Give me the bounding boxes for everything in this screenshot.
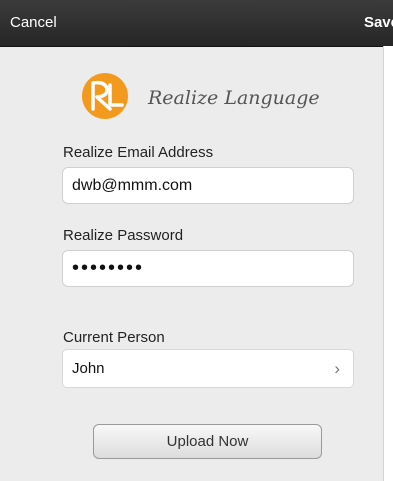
rl-logo-icon xyxy=(82,73,128,119)
current-person-selector[interactable]: John › xyxy=(62,349,354,388)
chevron-right-icon: › xyxy=(334,359,340,378)
navigation-bar: Cancel Save xyxy=(0,0,393,47)
current-person-label: Current Person xyxy=(63,329,165,346)
logo-text: Realize Language xyxy=(148,87,320,109)
email-label: Realize Email Address xyxy=(63,144,214,161)
password-label: Realize Password xyxy=(63,227,184,244)
panel-divider xyxy=(383,46,393,481)
settings-panel: Cancel Save Realize Language Realize Ema… xyxy=(0,0,393,481)
upload-now-button[interactable]: Upload Now xyxy=(93,424,322,459)
realize-language-logo: Realize Language xyxy=(80,71,320,121)
current-person-value: John xyxy=(72,360,105,377)
save-button[interactable]: Save xyxy=(364,14,393,31)
password-field[interactable]: •••••••• xyxy=(62,250,354,287)
cancel-button[interactable]: Cancel xyxy=(10,14,57,31)
email-field[interactable]: dwb@mmm.com xyxy=(62,167,354,204)
